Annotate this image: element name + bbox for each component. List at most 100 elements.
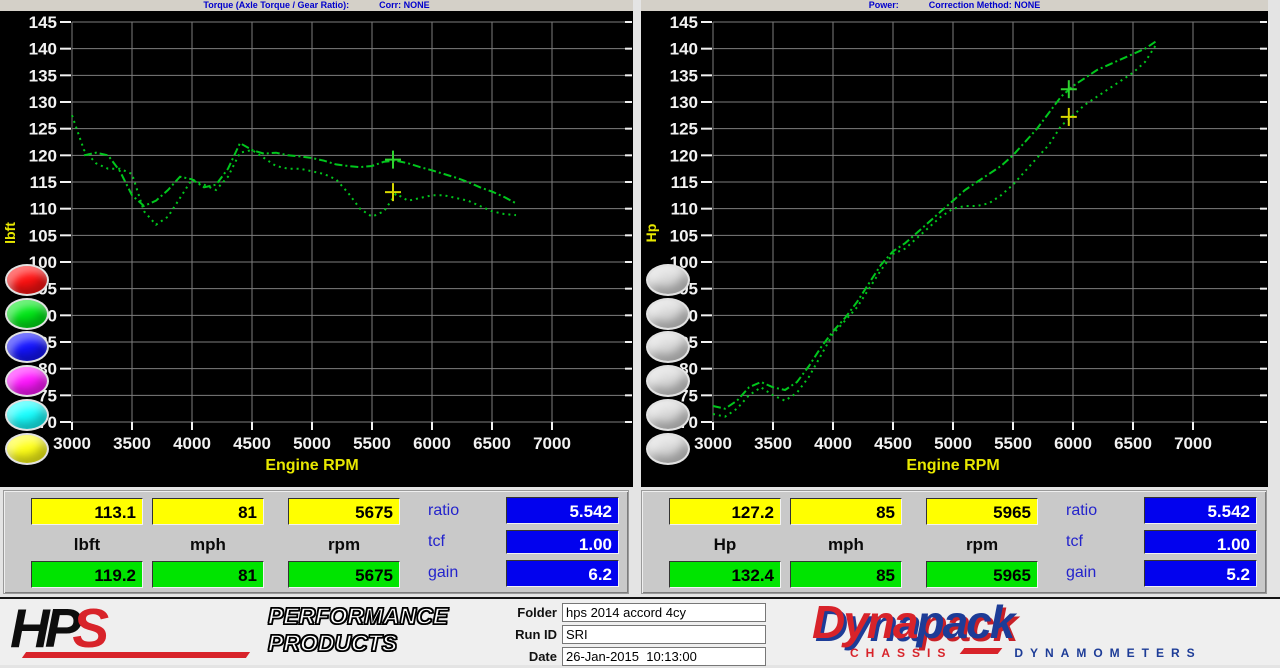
speed-compare-value: 85 bbox=[790, 561, 902, 588]
power-readout-panel: 127.2 85 5965 Hp mph rpm 132.4 85 5965 r… bbox=[641, 490, 1267, 594]
dynapack-dynamometers-text: DYNAMOMETERS bbox=[1014, 646, 1201, 660]
torque-ytick-label: 140 bbox=[29, 40, 57, 59]
torque-xtick-label: 6500 bbox=[473, 434, 511, 453]
ratio-label: ratio bbox=[428, 502, 498, 520]
power-run-select-button-4[interactable] bbox=[646, 365, 690, 397]
torque-ytick-label: 110 bbox=[30, 200, 57, 219]
power-ytick-label: 130 bbox=[670, 93, 698, 112]
torque-chart-panel: Torque (Axle Torque / Gear Ratio): Corr:… bbox=[0, 0, 633, 487]
power-run-select-button-1[interactable] bbox=[646, 264, 690, 296]
run-id-field[interactable] bbox=[562, 625, 766, 644]
power-correction-status: Correction Method: NONE bbox=[929, 0, 1041, 11]
power-chart-title: Power: bbox=[869, 0, 899, 11]
torque-unit-label: lbft bbox=[31, 535, 143, 555]
speed-current-value: 85 bbox=[790, 498, 902, 525]
torque-ytick-label: 120 bbox=[29, 146, 57, 165]
torque-yaxis-title: lbft bbox=[2, 222, 18, 244]
power-run-select-button-2[interactable] bbox=[646, 298, 690, 330]
hps-logo: HPS bbox=[10, 599, 104, 661]
torque-xtick-label: 3000 bbox=[53, 434, 91, 453]
power-unit-label: Hp bbox=[669, 535, 781, 555]
power-run-current-dashdot bbox=[713, 41, 1157, 409]
power-gridlines bbox=[713, 22, 1262, 422]
folder-field[interactable] bbox=[562, 603, 766, 622]
dynapack-logo-dyna: Dyna bbox=[812, 596, 916, 648]
torque-xtick-label: 5000 bbox=[293, 434, 331, 453]
torque-ytick-label: 135 bbox=[29, 66, 57, 85]
power-xtick-label: 4000 bbox=[814, 434, 852, 453]
ratio-value: 5.542 bbox=[1144, 497, 1257, 524]
hps-tagline-line1: PERFORMANCE bbox=[268, 603, 448, 630]
hps-logo-tagline: PERFORMANCE PRODUCTS bbox=[268, 603, 448, 657]
dynapack-logo-subtitle: CHASSIS DYNAMOMETERS bbox=[850, 646, 1202, 660]
power-run-select-button-6[interactable] bbox=[646, 433, 690, 465]
hps-logo-s: S bbox=[72, 597, 104, 659]
torque-chart-title: Torque (Axle Torque / Gear Ratio): bbox=[203, 0, 349, 11]
power-ytick-label: 135 bbox=[670, 66, 698, 85]
date-label: Date bbox=[505, 649, 557, 664]
dynapack-chassis-text: CHASSIS bbox=[850, 646, 952, 660]
rpm-current-value: 5965 bbox=[926, 498, 1038, 525]
speed-current-value: 81 bbox=[152, 498, 264, 525]
footer-bar: HPS PERFORMANCE PRODUCTS Folder Run ID D… bbox=[0, 597, 1280, 665]
power-run-select-button-5[interactable] bbox=[646, 399, 690, 431]
torque-run-select-button-2[interactable] bbox=[5, 298, 49, 330]
run-id-label: Run ID bbox=[505, 627, 557, 642]
date-field[interactable] bbox=[562, 647, 766, 666]
torque-axis: 1451401351301251201151101051009590858075… bbox=[2, 13, 632, 474]
torque-compare-value: 119.2 bbox=[31, 561, 143, 588]
speed-compare-value: 81 bbox=[152, 561, 264, 588]
power-chart-header: Power: Correction Method: NONE bbox=[641, 0, 1268, 11]
torque-xtick-label: 5500 bbox=[353, 434, 391, 453]
torque-ytick-label: 130 bbox=[29, 93, 57, 112]
tcf-label: tcf bbox=[428, 533, 498, 551]
torque-xtick-label: 3500 bbox=[113, 434, 151, 453]
torque-run-select-button-4[interactable] bbox=[5, 365, 49, 397]
power-chart-plot[interactable]: 1451401351301251201151101051009590858075… bbox=[641, 11, 1268, 487]
hps-logo-underline bbox=[22, 652, 250, 658]
torque-ytick-label: 125 bbox=[29, 120, 57, 139]
power-ytick-label: 110 bbox=[671, 200, 698, 219]
folder-label: Folder bbox=[505, 605, 557, 620]
torque-readout-panel: 113.1 81 5675 lbft mph rpm 119.2 81 5675… bbox=[3, 490, 629, 594]
tcf-value: 1.00 bbox=[506, 530, 619, 554]
torque-run-select-button-5[interactable] bbox=[5, 399, 49, 431]
hps-logo-hp: HP bbox=[10, 597, 76, 659]
torque-xaxis-title: Engine RPM bbox=[265, 457, 358, 474]
tcf-value: 1.00 bbox=[1144, 530, 1257, 554]
tcf-label: tcf bbox=[1066, 533, 1136, 551]
power-chart-panel: Power: Correction Method: NONE 145140135… bbox=[641, 0, 1268, 487]
power-xtick-label: 3500 bbox=[754, 434, 792, 453]
rpm-compare-value: 5965 bbox=[926, 561, 1038, 588]
power-ytick-label: 125 bbox=[670, 120, 698, 139]
power-current-value: 127.2 bbox=[669, 498, 781, 525]
rpm-unit-label: rpm bbox=[926, 535, 1038, 555]
power-axis: 1451401351301251201151101051009590858075… bbox=[643, 13, 1267, 474]
torque-cursor-marker bbox=[385, 151, 401, 169]
torque-run-select-button-1[interactable] bbox=[5, 264, 49, 296]
torque-cursor-marker bbox=[385, 183, 401, 201]
power-ytick-label: 115 bbox=[671, 173, 698, 192]
torque-gridlines bbox=[72, 22, 627, 422]
power-xtick-label: 6500 bbox=[1114, 434, 1152, 453]
gain-value: 6.2 bbox=[506, 560, 619, 587]
power-ytick-label: 105 bbox=[670, 226, 698, 245]
power-xtick-label: 4500 bbox=[874, 434, 912, 453]
power-yaxis-title: Hp bbox=[643, 224, 659, 243]
dynapack-dash-icon bbox=[960, 648, 1003, 654]
torque-xtick-label: 7000 bbox=[533, 434, 571, 453]
torque-ytick-label: 115 bbox=[30, 173, 57, 192]
ratio-label: ratio bbox=[1066, 502, 1136, 520]
speed-unit-label: mph bbox=[790, 535, 902, 555]
power-ytick-label: 120 bbox=[670, 146, 698, 165]
torque-chart-plot[interactable]: 1451401351301251201151101051009590858075… bbox=[0, 11, 633, 487]
torque-ytick-label: 105 bbox=[29, 226, 57, 245]
ratio-value: 5.542 bbox=[506, 497, 619, 524]
dynapack-logo: Dynapack CHASSIS DYNAMOMETERS bbox=[812, 597, 1013, 647]
rpm-compare-value: 5675 bbox=[288, 561, 400, 588]
speed-unit-label: mph bbox=[152, 535, 264, 555]
torque-run-select-button-6[interactable] bbox=[5, 433, 49, 465]
gain-label: gain bbox=[1066, 564, 1136, 582]
torque-xtick-label: 6000 bbox=[413, 434, 451, 453]
torque-xtick-label: 4500 bbox=[233, 434, 271, 453]
